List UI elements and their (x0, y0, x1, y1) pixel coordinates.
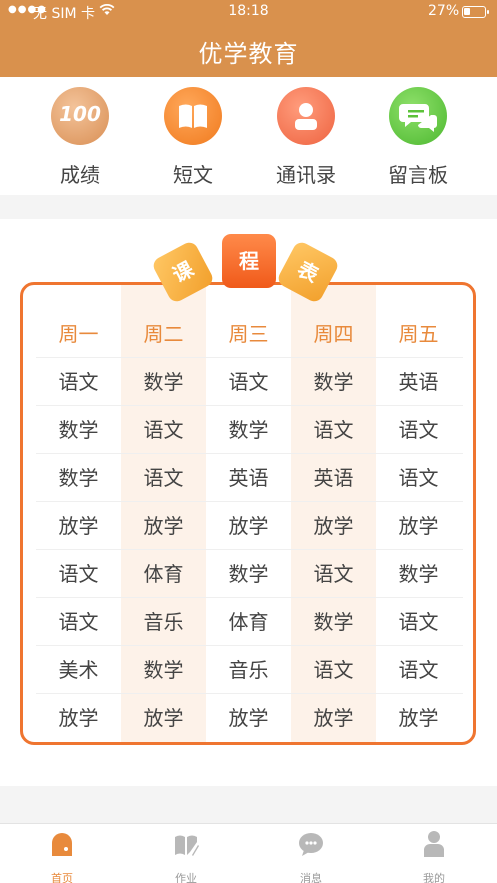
class-cell: 放学 (58, 514, 99, 538)
battery-percent: 27% (428, 3, 460, 19)
class-cell: 体育 (143, 562, 184, 586)
status-bar: ●●●● 无 SIM 卡 18:18 27% (0, 0, 497, 24)
class-cell: 语文 (398, 610, 439, 634)
quick-item-articles[interactable]: 短文 (143, 87, 243, 188)
class-cell: 放学 (143, 706, 184, 730)
schedule-row: 放学 放学 放学 放学 放学 (36, 694, 463, 742)
tab-messages[interactable]: 消息 (271, 830, 351, 883)
class-cell: 放学 (398, 514, 439, 538)
day-header: 周二 (143, 322, 184, 346)
quick-item-label: 通讯录 (276, 163, 336, 187)
class-cell: 语文 (58, 562, 99, 586)
class-cell: 语文 (58, 610, 99, 634)
class-cell: 放学 (398, 706, 439, 730)
schedule-row: 美术 数学 音乐 语文 语文 (36, 646, 463, 694)
quick-item-score[interactable]: 100 成绩 (30, 87, 130, 188)
class-cell: 体育 (228, 610, 269, 634)
tab-label: 作业 (175, 872, 197, 883)
class-cell: 放学 (228, 514, 269, 538)
class-cell: 数学 (228, 562, 269, 586)
schedule-row: 放学 放学 放学 放学 放学 (36, 502, 463, 550)
schedule-table: 周一 周二 周三 周四 周五 语文 数学 语文 数学 英语 数学 语文 数学 语文 语文 数学 语文 英语 英语 语文… (36, 312, 463, 742)
battery-icon (462, 6, 489, 18)
quick-item-contacts[interactable]: 通讯录 (256, 87, 356, 188)
quick-item-label: 留言板 (388, 163, 448, 187)
class-cell: 数学 (58, 466, 99, 490)
class-cell: 语文 (398, 418, 439, 442)
class-cell: 语文 (313, 658, 354, 682)
open-book-icon (164, 87, 222, 145)
schedule-frame: 周一 周二 周三 周四 周五 语文 数学 语文 数学 英语 数学 语文 数学 语文 语文 数学 语文 英语 英语 语文… (20, 282, 476, 745)
score-100-icon: 100 (51, 87, 109, 145)
day-header: 周五 (398, 322, 439, 346)
class-cell: 放学 (228, 706, 269, 730)
class-cell: 语文 (398, 658, 439, 682)
class-cell: 数学 (313, 610, 354, 634)
class-cell: 英语 (398, 370, 439, 394)
tab-profile[interactable]: 我的 (394, 830, 474, 883)
class-cell: 美术 (58, 658, 99, 682)
schedule-row: 语文 音乐 体育 数学 语文 (36, 598, 463, 646)
tab-label: 我的 (423, 872, 445, 883)
quick-item-label: 短文 (173, 163, 213, 187)
page-title: 优学教育 (198, 40, 299, 68)
clock: 18:18 (228, 3, 269, 19)
homework-book-icon (175, 835, 199, 856)
class-cell: 数学 (143, 370, 184, 394)
class-cell: 语文 (228, 370, 269, 394)
schedule-badge: 程 (222, 234, 276, 288)
class-cell: 英语 (228, 466, 269, 490)
class-cell: 语文 (398, 466, 439, 490)
schedule-row: 数学 语文 数学 语文 语文 (36, 406, 463, 454)
score-icon-text: 100 (59, 102, 101, 126)
tab-homework[interactable]: 作业 (146, 830, 226, 883)
class-cell: 语文 (313, 562, 354, 586)
class-cell: 放学 (143, 514, 184, 538)
schedule-header-row: 周一 周二 周三 周四 周五 (36, 312, 463, 358)
day-header: 周四 (313, 322, 354, 346)
class-cell: 数学 (143, 658, 184, 682)
day-header: 周三 (228, 322, 269, 346)
class-cell: 数学 (398, 562, 439, 586)
day-header: 周一 (58, 322, 99, 346)
quick-item-message-board[interactable]: 留言板 (368, 87, 468, 188)
quick-menu: 100 成绩 短文 通讯录 留言板 (0, 77, 497, 195)
class-cell: 放学 (313, 706, 354, 730)
class-cell: 数学 (313, 370, 354, 394)
schedule-row: 语文 体育 数学 语文 数学 (36, 550, 463, 598)
tab-label: 消息 (300, 872, 322, 883)
contact-person-icon (277, 87, 335, 145)
tab-home[interactable]: 首页 (22, 830, 102, 883)
bottom-tab-bar: 首页 作业 消息 我的 (0, 823, 497, 883)
schedule-row: 语文 数学 语文 数学 英语 (36, 358, 463, 406)
message-bubble-icon (299, 833, 323, 856)
app-header: ●●●● 无 SIM 卡 18:18 27% 优学教育 (0, 0, 497, 77)
class-cell: 语文 (143, 466, 184, 490)
class-cell: 语文 (143, 418, 184, 442)
schedule-card: 周一 周二 周三 周四 周五 语文 数学 语文 数学 英语 数学 语文 数学 语文 语文 数学 语文 英语 英语 语文… (0, 219, 497, 786)
person-icon (424, 831, 444, 857)
class-cell: 音乐 (143, 610, 184, 634)
class-cell: 放学 (313, 514, 354, 538)
chat-bubbles-icon (389, 87, 447, 145)
class-cell: 语文 (58, 370, 99, 394)
class-cell: 英语 (313, 466, 354, 490)
class-cell: 音乐 (228, 658, 269, 682)
quick-item-label: 成绩 (60, 163, 100, 187)
class-cell: 放学 (58, 706, 99, 730)
class-cell: 语文 (313, 418, 354, 442)
home-icon (52, 833, 72, 856)
class-cell: 数学 (58, 418, 99, 442)
class-cell: 数学 (228, 418, 269, 442)
tab-label: 首页 (51, 872, 73, 883)
schedule-row: 数学 语文 英语 英语 语文 (36, 454, 463, 502)
